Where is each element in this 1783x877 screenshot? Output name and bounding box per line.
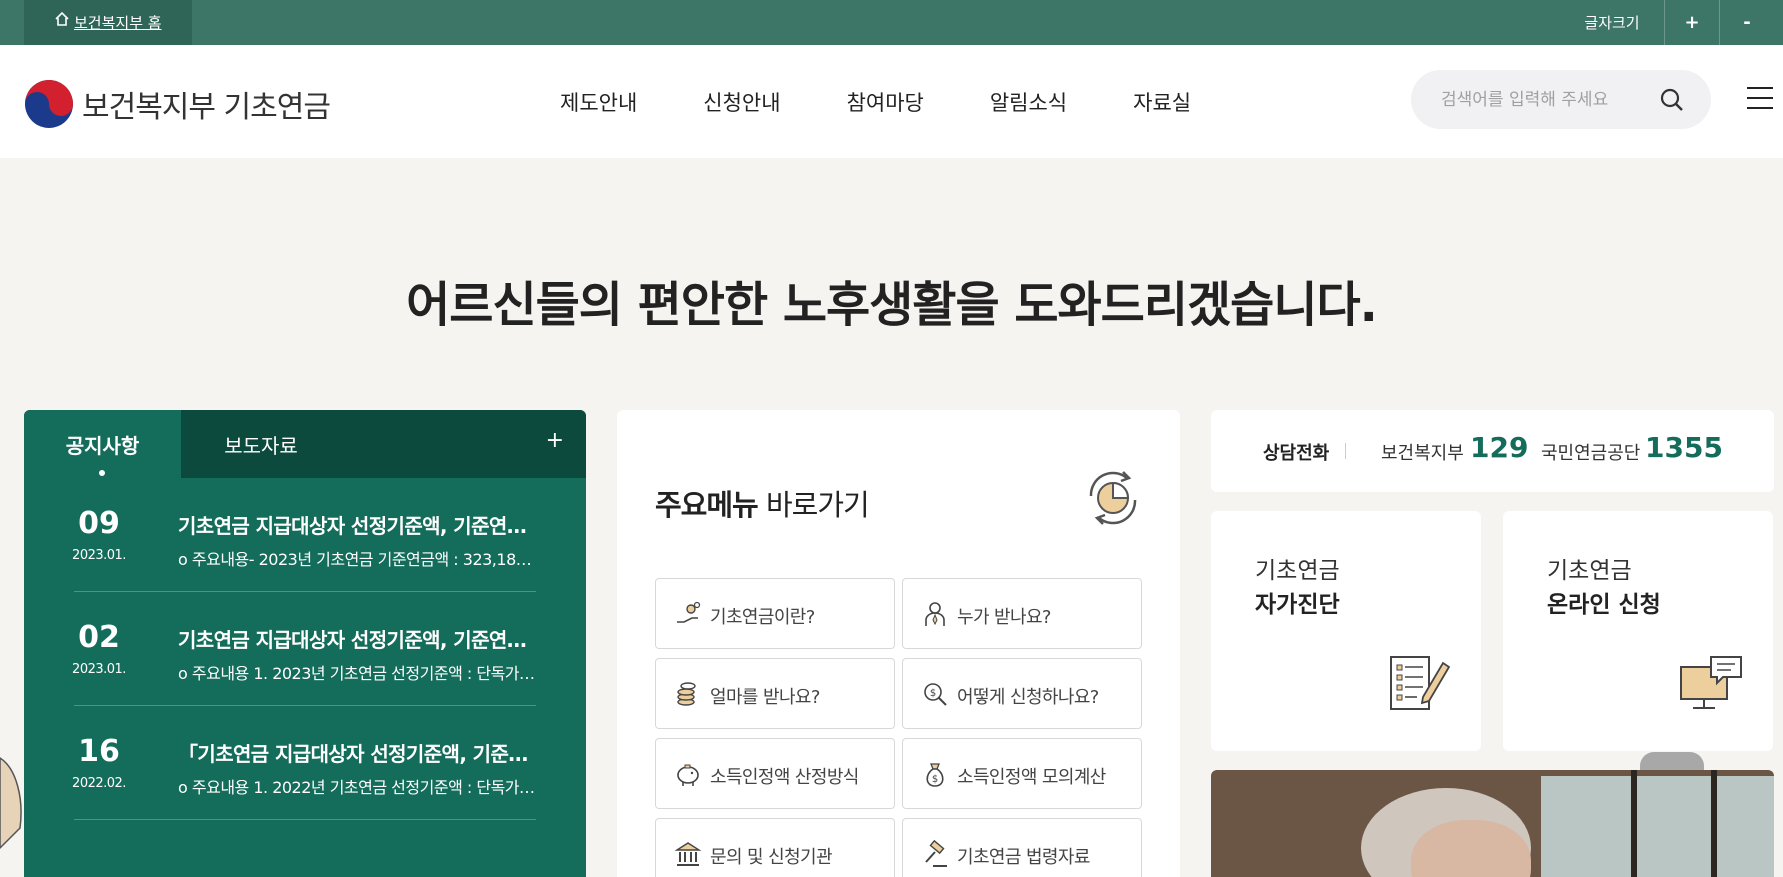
active-tab-dot (99, 470, 105, 476)
font-increase-button[interactable]: + (1664, 0, 1719, 45)
main-nav: 제도안내 신청안내 참여마당 알림소식 자료실 (560, 45, 1257, 158)
hero-prefix: 어르신들의 (406, 277, 638, 333)
quick-item-income-method[interactable]: 소득인정액 산정방식 (655, 738, 895, 809)
tab-notice[interactable]: 공지사항 (24, 410, 181, 478)
font-size-label: 글자크기 (1584, 14, 1640, 32)
person-icon (925, 602, 945, 626)
search-input[interactable] (1441, 85, 1656, 115)
notice-title: 기초연금 지급대상자 선정기준액, 기준연금액 고시 (178, 628, 538, 652)
photo-window-frame (1711, 770, 1717, 877)
refresh-chart-icon (1089, 471, 1137, 525)
call-number-mohw[interactable]: 129 (1470, 431, 1528, 464)
search-icon[interactable] (1659, 87, 1685, 113)
utility-bar: 보건복지부 홈 글자크기 + - (0, 0, 1783, 45)
tab-press-label: 보도자료 (224, 433, 298, 458)
quick-item-who[interactable]: 누가 받나요? (902, 578, 1142, 649)
quick-item-label: 누가 받나요? (957, 607, 1051, 628)
quick-title-rest: 바로가기 (757, 488, 870, 522)
quick-item-contact[interactable]: 문의 및 신청기관 (655, 818, 895, 877)
call-divider (1345, 443, 1346, 459)
font-decrease-button[interactable]: - (1719, 0, 1774, 45)
svg-text:$: $ (932, 774, 938, 785)
quick-item-label: 기초연금 법령자료 (957, 847, 1090, 868)
coins-icon (677, 682, 696, 706)
quick-item-label: 문의 및 신청기관 (710, 847, 833, 868)
money-bag-icon: $ (926, 763, 944, 787)
notice-title: 기초연금 지급대상자 선정기준액, 기준연금액 고시 (178, 514, 538, 538)
nav-item-apply[interactable]: 신청안내 (703, 87, 780, 117)
card-line1: 기초연금 (1255, 558, 1340, 584)
nav-item-system[interactable]: 제도안내 (560, 87, 637, 117)
computer-chat-icon (1680, 656, 1742, 709)
quick-title-bold: 주요메뉴 (655, 488, 759, 522)
piggy-bank-icon (677, 764, 699, 786)
online-apply-card[interactable]: 기초연금 온라인 신청 (1503, 511, 1773, 751)
call-number-nps[interactable]: 1355 (1645, 431, 1723, 464)
notice-year-month: 2023.01. (72, 662, 126, 677)
photo-window-frame (1631, 770, 1637, 877)
notice-day: 02 (78, 620, 120, 655)
hero-slogan: 어르신들의 편안한 노후생활을 도와드리겠습니다. (0, 265, 1783, 335)
call-org-nps: 국민연금공단 (1541, 443, 1641, 464)
header: 보건복지부 기초연금 제도안내 신청안내 참여마당 알림소식 자료실 (0, 45, 1783, 158)
notice-more-button[interactable]: + (546, 428, 564, 453)
checklist-pencil-icon (1390, 656, 1451, 710)
tab-press[interactable]: 보도자료 (181, 410, 341, 478)
site-logo[interactable]: 보건복지부 기초연금 (24, 79, 331, 129)
card-line1: 기초연금 (1547, 558, 1632, 584)
quick-item-how-apply[interactable]: $ 어떻게 신청하나요? (902, 658, 1142, 729)
hand-coin-icon (677, 601, 701, 623)
notice-title: 「기초연금 지급대상자 선정기준액, 기준연금액 고시」 (178, 742, 538, 766)
quick-item-label: 얼마를 받나요? (710, 687, 820, 708)
home-link[interactable]: 보건복지부 홈 (24, 0, 192, 45)
call-center-box: 상담전화 보건복지부 129 국민연금공단 1355 (1211, 410, 1774, 492)
taegeuk-logo-icon (25, 80, 73, 128)
home-icon (55, 11, 69, 26)
search-box (1411, 70, 1711, 129)
quick-item-label: 소득인정액 모의계산 (957, 767, 1106, 788)
elderly-photo-banner (1211, 770, 1774, 877)
notice-day: 09 (78, 506, 120, 541)
self-diagnosis-card[interactable]: 기초연금 자가진단 (1211, 511, 1481, 751)
card-line2: 온라인 신청 (1547, 592, 1661, 618)
notice-list-item[interactable]: 09 2023.01. 기초연금 지급대상자 선정기준액, 기준연금액 고시 o… (72, 478, 538, 592)
photo-window (1541, 776, 1774, 877)
home-link-label: 보건복지부 홈 (74, 14, 162, 32)
quick-item-label: 기초연금이란? (710, 607, 815, 628)
notice-year-month: 2022.02. (72, 776, 126, 791)
call-label: 상담전화 (1263, 443, 1330, 464)
tab-notice-label: 공지사항 (65, 433, 140, 458)
gavel-icon (925, 840, 947, 867)
quick-item-income-calc[interactable]: $ 소득인정액 모의계산 (902, 738, 1142, 809)
nav-item-archive[interactable]: 자료실 (1133, 87, 1191, 117)
notice-desc: o 주요내용 1. 2022년 기초연금 선정기준액 : 단독가구 1,800,… (178, 778, 538, 797)
hamburger-menu-icon[interactable] (1745, 85, 1775, 111)
svg-text:$: $ (930, 688, 936, 699)
logo-text: 보건복지부 기초연금 (82, 90, 331, 125)
nav-item-participation[interactable]: 참여마당 (847, 87, 924, 117)
notice-desc: o 주요내용 1. 2023년 기초연금 선정기준액 : 단독가구 2,020,… (178, 664, 538, 683)
notice-day: 16 (78, 734, 120, 769)
call-org-mohw: 보건복지부 (1381, 443, 1464, 464)
hero-bold: 편안한 노후생활 (637, 277, 957, 333)
magnifier-coin-icon: $ (924, 683, 947, 706)
quick-item-label: 소득인정액 산정방식 (710, 767, 859, 788)
card-line2: 자가진단 (1255, 592, 1340, 618)
notice-list-item[interactable]: 16 2022.02. 「기초연금 지급대상자 선정기준액, 기준연금액 고시」… (72, 706, 538, 820)
quick-menu-title: 주요메뉴 바로가기 (655, 482, 870, 524)
decorative-hand-illustration (0, 757, 22, 850)
hero-suffix: 을 도와드리겠습니다. (955, 277, 1377, 333)
notice-tabs: 공지사항 보도자료 + (24, 410, 586, 478)
quick-item-label: 어떻게 신청하나요? (957, 687, 1099, 708)
quick-item-law[interactable]: 기초연금 법령자료 (902, 818, 1142, 877)
quick-item-what-is[interactable]: 기초연금이란? (655, 578, 895, 649)
notice-list-item[interactable]: 02 2023.01. 기초연금 지급대상자 선정기준액, 기준연금액 고시 o… (72, 592, 538, 706)
notice-year-month: 2023.01. (72, 548, 126, 563)
bank-icon (674, 842, 702, 866)
quick-menu-panel: 주요메뉴 바로가기 기초연금이란? 누가 받나요? 얼마를 받나요? $ 어떻게… (617, 410, 1180, 877)
notice-panel: 공지사항 보도자료 + 09 2023.01. 기초연금 지급대상자 선정기준액… (24, 410, 586, 877)
nav-item-news[interactable]: 알림소식 (990, 87, 1067, 117)
notice-desc: o 주요내용- 2023년 기초연금 기준연금액 : 323,180원 (178, 550, 538, 569)
quick-item-how-much[interactable]: 얼마를 받나요? (655, 658, 895, 729)
